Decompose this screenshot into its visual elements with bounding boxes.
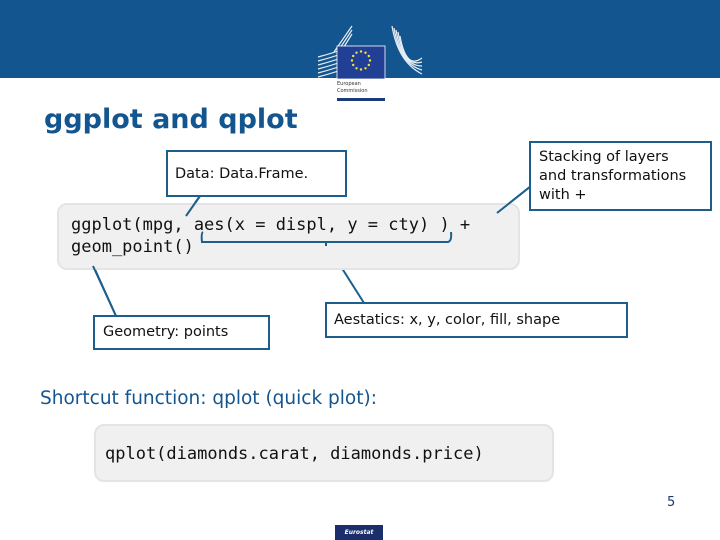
shortcut-subtitle: Shortcut function: qplot (quick plot):: [40, 388, 377, 409]
code-line-1: ggplot(mpg, aes(x = displ, y = cty) ) +: [71, 215, 471, 235]
code-line-2: geom_point(): [71, 237, 194, 257]
logo-underline: [337, 98, 385, 101]
data-callout: Data: Data.Frame.: [166, 150, 347, 197]
ggplot-code-block: ggplot(mpg, aes(x = displ, y = cty) ) + …: [57, 203, 520, 270]
page-number: 5: [667, 495, 676, 510]
data-callout-text: Data: Data.Frame.: [175, 166, 309, 182]
european-commission-logo: [317, 25, 423, 80]
eurostat-badge: Eurostat: [335, 525, 383, 540]
geometry-callout: Geometry: points: [93, 315, 270, 350]
geometry-connector-front: [92, 265, 117, 317]
organization-name: European Commission: [337, 81, 368, 95]
geometry-callout-text: Geometry: points: [103, 324, 229, 340]
organization-line1: European: [337, 81, 361, 87]
slide-title: ggplot and qplot: [44, 104, 298, 135]
stacking-callout: Stacking of layers and transformations w…: [529, 141, 712, 211]
organization-line2: Commission: [337, 88, 368, 94]
qplot-code-block: qplot(diamonds.carat, diamonds.price): [94, 424, 554, 482]
qplot-code-line: qplot(diamonds.carat, diamonds.price): [105, 444, 484, 464]
aesthetics-callout-text: Aestatics: x, y, color, fill, shape: [334, 312, 561, 328]
stacking-line-1: Stacking of layers: [539, 149, 669, 165]
geometry-connector: [92, 264, 117, 317]
stacking-line-2: and transformations: [539, 168, 687, 184]
stacking-line-3: with +: [539, 187, 587, 203]
aesthetics-callout: Aestatics: x, y, color, fill, shape: [325, 302, 628, 338]
